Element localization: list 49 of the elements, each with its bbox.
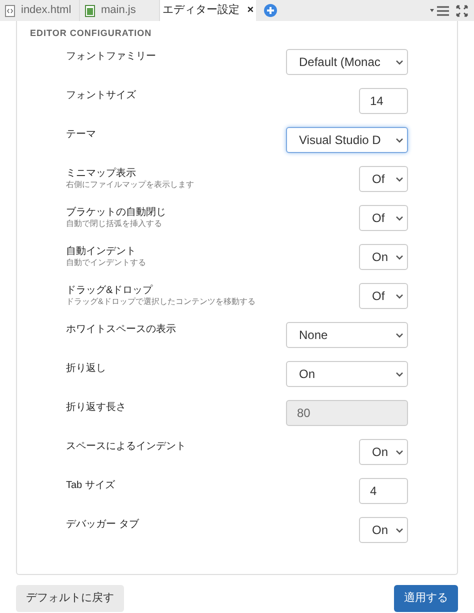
setting-description: 右側にファイルマップを表示します — [66, 180, 195, 190]
setting-label: Tab サイズ — [66, 480, 116, 492]
chevron-down-icon — [396, 176, 403, 182]
setting-label: 自動インデント — [66, 246, 137, 258]
dropdown[interactable]: On — [359, 244, 408, 270]
chevron-down-icon — [396, 138, 403, 142]
close-tab-button[interactable]: × — [247, 2, 254, 19]
section-title: EDITOR CONFIGURATION — [29, 27, 153, 40]
setting-label: デバッガー タブ — [66, 519, 140, 531]
editor-tab[interactable]: エディター設定 × — [160, 0, 256, 21]
reset-button[interactable]: デフォルトに戻す — [16, 585, 124, 612]
setting-label: フォントファミリー — [66, 51, 157, 63]
setting-label: 折り返し — [66, 363, 107, 375]
chevron-down-icon — [396, 528, 403, 532]
setting-label: ドラッグ&ドロップ — [66, 285, 154, 297]
dropdown[interactable]: Default (Monac — [286, 49, 408, 75]
dropdown[interactable]: Of — [359, 205, 408, 231]
dropdown[interactable]: Visual Studio D — [286, 127, 408, 153]
number-field[interactable]: 4 — [359, 478, 408, 504]
chevron-down-icon — [396, 294, 403, 298]
setting-label: ミニマップ表示 — [66, 168, 137, 180]
dropdown[interactable]: On — [286, 361, 408, 387]
add-tab-icon[interactable] — [264, 4, 277, 17]
chevron-down-icon — [396, 254, 403, 260]
apply-button[interactable]: 適用する — [394, 585, 458, 612]
number-field[interactable]: 14 — [359, 88, 408, 114]
setting-label: 折り返す長さ — [66, 402, 127, 414]
setting-label: ブラケットの自動閉じ — [66, 207, 167, 219]
chevron-down-icon — [396, 216, 403, 220]
setting-description: ドラッグ&ドロップで選択したコンテンツを移動する — [66, 297, 256, 307]
dropdown[interactable]: Of — [359, 283, 408, 309]
setting-description: 自動で閉じ括弧を挿入する — [66, 219, 163, 229]
chevron-down-icon — [396, 372, 403, 376]
setting-description: 自動でインデントする — [66, 258, 147, 268]
dropdown[interactable]: Of — [359, 166, 408, 192]
dropdown[interactable]: On — [359, 439, 408, 465]
setting-label: テーマ — [66, 129, 97, 141]
code-file-icon — [5, 4, 15, 16]
setting-label: ホワイトスペースの表示 — [66, 324, 177, 336]
chevron-down-icon — [396, 450, 403, 454]
chevron-down-icon — [396, 332, 403, 338]
tab-list-icon[interactable] — [430, 6, 450, 16]
chevron-down-icon — [396, 60, 403, 64]
dropdown[interactable]: On — [359, 517, 408, 543]
script-file-icon — [85, 4, 95, 16]
setting-label: スペースによるインデント — [66, 441, 187, 453]
setting-label: フォントサイズ — [66, 90, 137, 102]
fullscreen-icon[interactable] — [456, 4, 468, 16]
dropdown[interactable]: None — [286, 322, 408, 348]
